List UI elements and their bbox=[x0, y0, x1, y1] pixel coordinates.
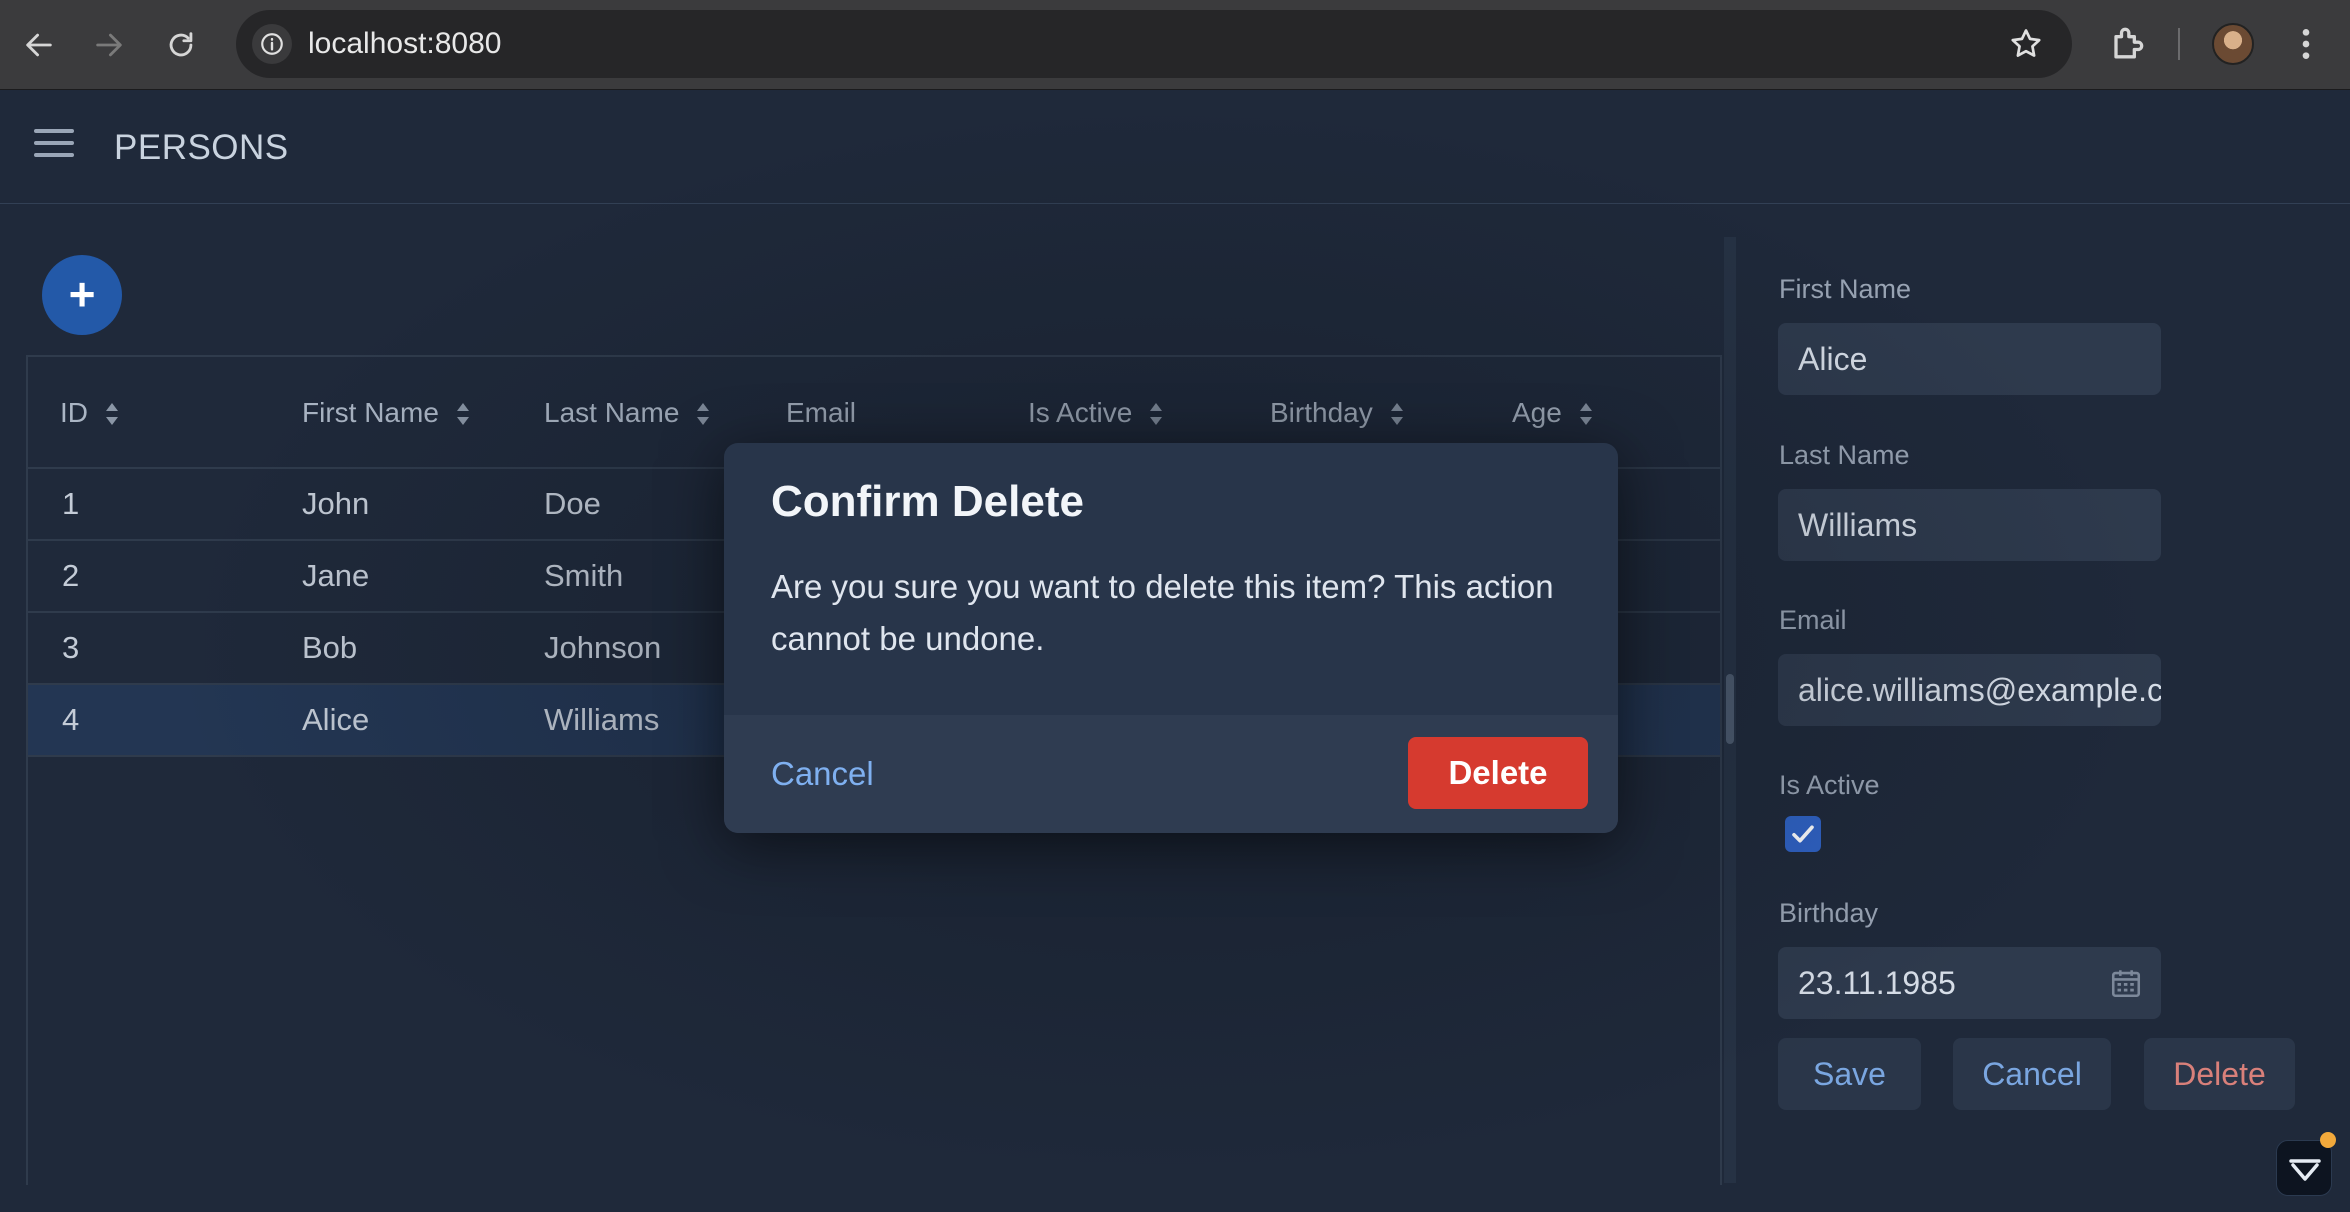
person-editor-form: First Name Alice Last Name Williams Emai… bbox=[1778, 238, 2350, 1212]
column-header-id[interactable]: ID bbox=[60, 357, 118, 469]
cell-first-name: Bob bbox=[302, 630, 358, 665]
first-name-field[interactable]: Alice bbox=[1778, 323, 2161, 395]
scrollbar-thumb[interactable] bbox=[1726, 674, 1734, 744]
sort-icon[interactable] bbox=[106, 403, 118, 425]
sort-icon[interactable] bbox=[456, 403, 469, 425]
cell-id: 1 bbox=[62, 486, 80, 521]
cell-last-name: Smith bbox=[544, 558, 624, 593]
extensions-icon[interactable] bbox=[2105, 22, 2149, 66]
forward-icon[interactable] bbox=[86, 22, 132, 68]
profile-avatar[interactable] bbox=[2212, 23, 2254, 65]
sort-icon[interactable] bbox=[697, 403, 710, 425]
cell-last-name: Doe bbox=[544, 486, 601, 521]
cell-last-name: Johnson bbox=[544, 630, 662, 665]
bookmark-star-icon[interactable] bbox=[2008, 26, 2044, 62]
email-label: Email bbox=[1779, 605, 1847, 635]
toolbar-divider bbox=[2178, 28, 2180, 60]
add-person-button[interactable]: + bbox=[42, 255, 122, 335]
is-active-label: Is Active bbox=[1779, 770, 1880, 800]
last-name-field[interactable]: Williams bbox=[1778, 489, 2161, 561]
last-name-label: Last Name bbox=[1779, 440, 1910, 470]
address-bar[interactable]: localhost:8080 bbox=[236, 10, 2072, 78]
cell-last-name: Williams bbox=[544, 702, 660, 737]
checkmark-icon bbox=[1792, 825, 1814, 843]
browser-toolbar: localhost:8080 bbox=[0, 0, 2350, 90]
column-header-last-name[interactable]: Last Name bbox=[544, 357, 710, 469]
notification-dot bbox=[2320, 1132, 2336, 1148]
reload-icon[interactable] bbox=[158, 22, 204, 68]
dialog-delete-button[interactable]: Delete bbox=[1408, 737, 1588, 809]
email-field[interactable]: alice.williams@example.com bbox=[1778, 654, 2161, 726]
cell-id: 2 bbox=[62, 558, 80, 593]
cancel-button[interactable]: Cancel bbox=[1953, 1038, 2111, 1110]
cell-first-name: Jane bbox=[302, 558, 370, 593]
hamburger-menu-icon[interactable] bbox=[34, 129, 74, 165]
sort-icon[interactable] bbox=[1579, 403, 1592, 425]
dev-tools-badge[interactable] bbox=[2276, 1140, 2332, 1196]
birthday-label: Birthday bbox=[1779, 898, 1879, 928]
back-icon[interactable] bbox=[16, 22, 62, 68]
app-header: PERSONS bbox=[0, 91, 2350, 204]
sort-icon[interactable] bbox=[1390, 403, 1403, 425]
url-text[interactable]: localhost:8080 bbox=[308, 10, 501, 78]
dialog-footer: Cancel Delete bbox=[724, 715, 1618, 833]
dialog-message: Are you sure you want to delete this ite… bbox=[771, 568, 1554, 657]
birthday-field[interactable]: 23.11.1985 bbox=[1778, 947, 2161, 1019]
is-active-checkbox[interactable] bbox=[1785, 816, 1821, 852]
dialog-title: Confirm Delete bbox=[771, 477, 1084, 526]
calendar-icon[interactable] bbox=[2109, 965, 2143, 1001]
vaadin-logo-icon bbox=[2289, 1159, 2321, 1181]
cell-first-name: Alice bbox=[302, 702, 370, 737]
delete-button[interactable]: Delete bbox=[2144, 1038, 2295, 1110]
birthday-value: 23.11.1985 bbox=[1798, 965, 1956, 1001]
split-scrollbar[interactable] bbox=[1724, 237, 1736, 1183]
page-title: PERSONS bbox=[114, 128, 289, 167]
first-name-label: First Name bbox=[1779, 274, 1912, 304]
site-info-icon[interactable] bbox=[252, 24, 292, 64]
menu-kebab-icon[interactable] bbox=[2286, 24, 2326, 64]
confirm-delete-dialog: Confirm Delete Are you sure you want to … bbox=[724, 443, 1618, 833]
cell-id: 3 bbox=[62, 630, 80, 665]
save-button[interactable]: Save bbox=[1778, 1038, 1921, 1110]
column-header-first-name[interactable]: First Name bbox=[302, 357, 469, 469]
cell-first-name: John bbox=[302, 486, 370, 521]
dialog-cancel-button[interactable]: Cancel bbox=[771, 715, 874, 833]
sort-icon[interactable] bbox=[1150, 403, 1163, 425]
cell-id: 4 bbox=[62, 702, 80, 737]
